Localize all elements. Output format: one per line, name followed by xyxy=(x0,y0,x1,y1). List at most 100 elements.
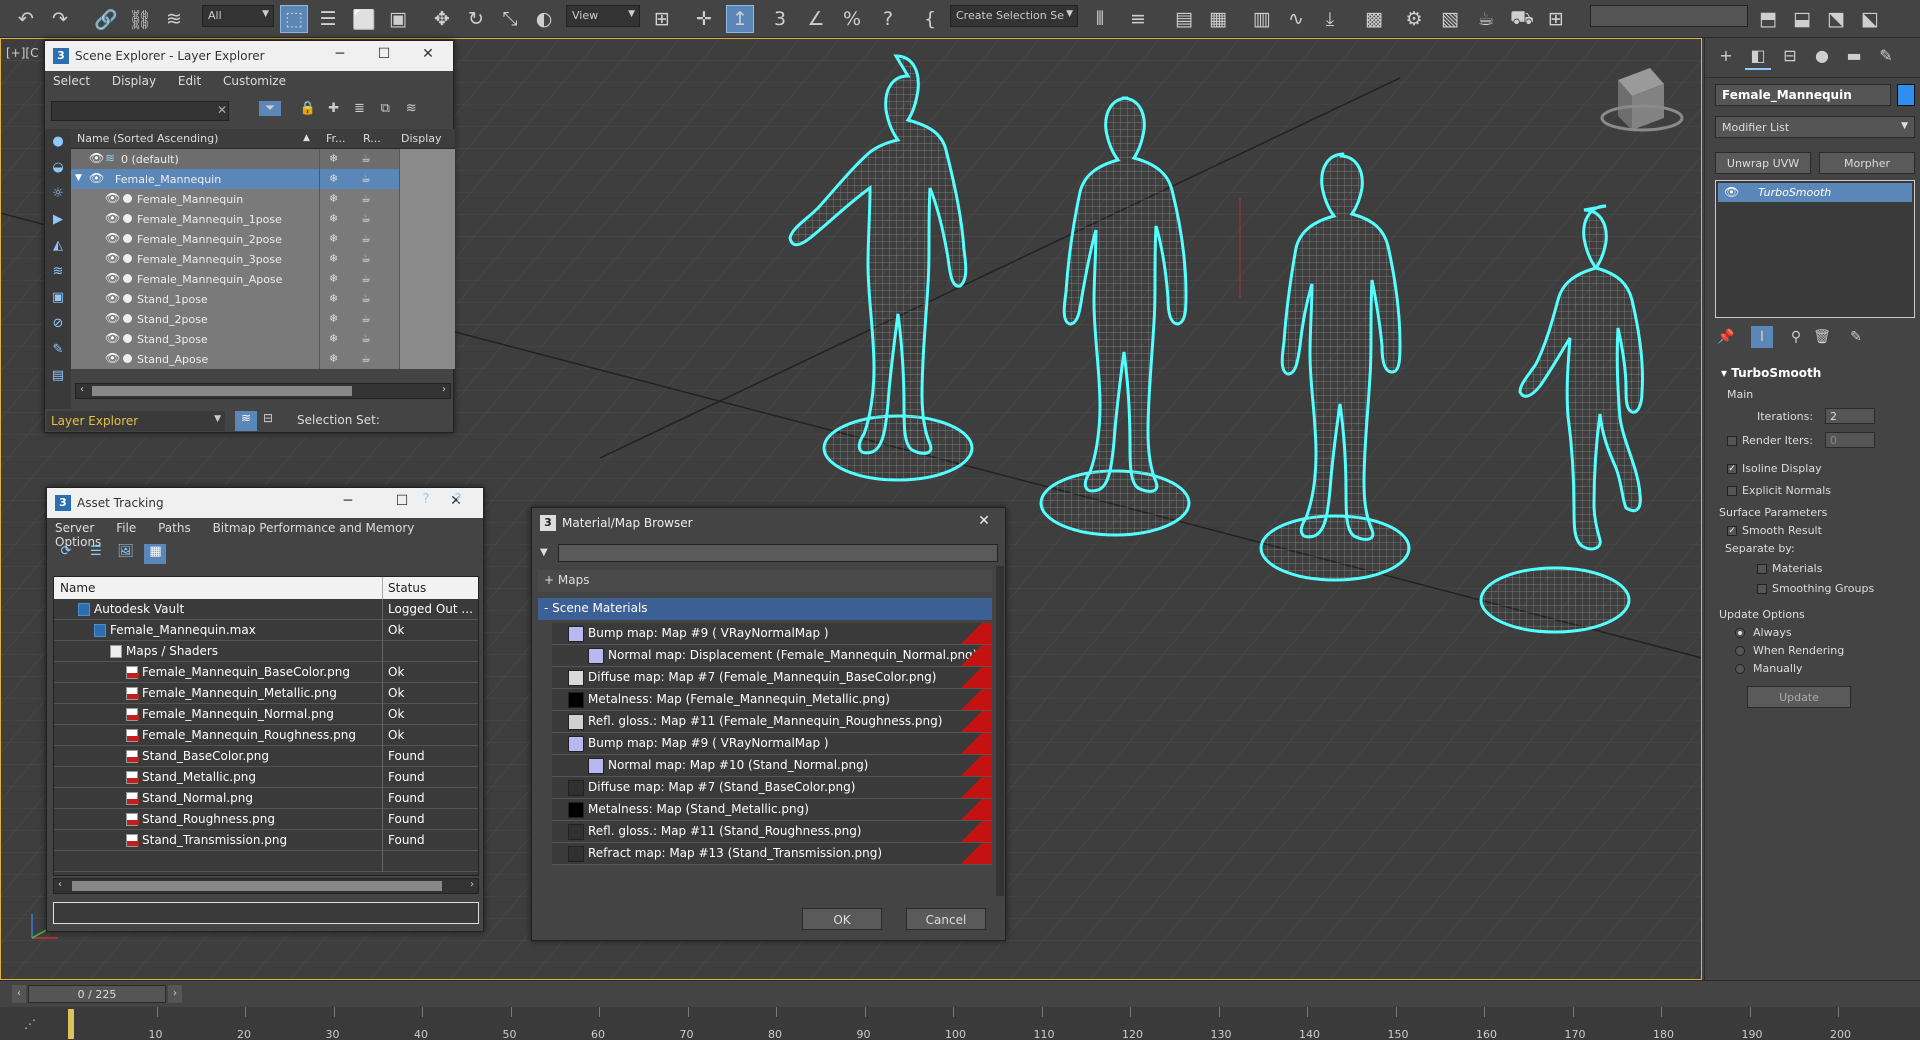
snaps-toggle-icon[interactable]: 3 xyxy=(766,5,794,33)
maximize-icon[interactable]: ☐ xyxy=(369,46,399,62)
manually-radio[interactable]: Manually xyxy=(1735,662,1803,675)
asset-row[interactable]: Female_Mannequin_Metallic.png Ok xyxy=(54,683,478,704)
render-iterative-icon[interactable]: ⛟ xyxy=(1508,5,1536,33)
freeze-icon[interactable]: ❄ xyxy=(329,212,338,225)
maps-group-header[interactable]: + Maps xyxy=(538,570,992,592)
asset-row[interactable]: Maps / Shaders xyxy=(54,641,478,662)
pivot-center-icon[interactable]: ⊞ xyxy=(648,5,676,33)
window-crossing-icon[interactable]: ▣ xyxy=(384,5,412,33)
eye-icon[interactable]: 👁 xyxy=(105,271,120,285)
renderable-icon[interactable]: ☕ xyxy=(361,272,371,285)
asset-row[interactable]: Female_Mannequin_BaseColor.png Ok xyxy=(54,662,478,683)
prev-frame-icon[interactable]: ‹ xyxy=(12,985,26,1003)
asset-row[interactable]: Stand_Transmission.png Found xyxy=(54,830,478,851)
display-lights-icon[interactable]: ☼ xyxy=(45,181,71,207)
unlink-icon[interactable]: ⛓ xyxy=(126,5,154,33)
renderable-icon[interactable]: ☕ xyxy=(361,232,371,245)
rendered-frame-icon[interactable]: ▧ xyxy=(1436,5,1464,33)
menu-select[interactable]: Select xyxy=(53,74,90,88)
close-icon[interactable]: ✕ xyxy=(969,513,999,529)
configure-sets-icon[interactable]: ✎ xyxy=(1845,326,1867,348)
viewport-label[interactable]: [+][C xyxy=(6,46,38,60)
thumbnail-view-icon[interactable]: 🖼 xyxy=(115,544,137,564)
scroll-left-icon[interactable]: ‹ xyxy=(80,384,84,395)
isoline-display-checkbox[interactable]: ✓ Isoline Display xyxy=(1727,462,1822,475)
scroll-thumb[interactable] xyxy=(72,881,442,891)
always-radio[interactable]: Always xyxy=(1735,626,1792,639)
scene-object-row[interactable]: 👁 Female_Mannequin_Apose ❄ ☕ xyxy=(71,269,455,289)
material-map-row[interactable]: Normal map: Map #10 (Stand_Normal.png) xyxy=(552,755,992,777)
freeze-icon[interactable]: ❄ xyxy=(329,332,338,345)
menu-customize[interactable]: Customize xyxy=(223,74,286,88)
renderable-icon[interactable]: ☕ xyxy=(361,152,371,165)
material-map-row[interactable]: Metalness: Map (Stand_Metallic.png) xyxy=(552,799,992,821)
spinner-snap-icon[interactable]: ? xyxy=(874,5,902,33)
display-helpers-icon[interactable]: ◭ xyxy=(45,233,71,259)
eye-icon[interactable]: 👁 xyxy=(1724,185,1739,199)
add-to-layer-icon[interactable]: ≣ xyxy=(348,101,370,116)
material-search-input[interactable] xyxy=(558,544,998,562)
scene-explorer-hscroll[interactable]: ‹ › xyxy=(75,383,451,399)
col-name[interactable]: Name (Sorted Ascending) xyxy=(77,132,218,145)
scene-object-row[interactable]: 👁 Female_Mannequin_1pose ❄ ☕ xyxy=(71,209,455,229)
export-icon[interactable]: ⬕ xyxy=(1856,5,1884,33)
modify-tab-icon[interactable]: ◧ xyxy=(1745,46,1771,70)
object-color-swatch[interactable] xyxy=(1897,84,1915,106)
explicit-normals-checkbox[interactable]: Explicit Normals xyxy=(1727,484,1831,497)
material-editor-icon[interactable]: ▩ xyxy=(1360,5,1388,33)
scroll-right-icon[interactable]: › xyxy=(442,384,446,395)
render-icon[interactable]: ☕ xyxy=(1472,5,1500,33)
table-view-icon[interactable]: ▦ xyxy=(144,544,167,564)
col-name[interactable]: Name xyxy=(60,581,95,595)
display-groups-icon[interactable]: ▣ xyxy=(45,285,71,311)
asset-row[interactable]: Autodesk Vault Logged Out ... xyxy=(54,599,478,620)
display-all-icon[interactable]: ▤ xyxy=(45,363,71,389)
eye-icon[interactable]: 👁 xyxy=(89,171,104,185)
new-layer-icon[interactable]: ✚ xyxy=(323,101,345,116)
scroll-left-icon[interactable]: ‹ xyxy=(58,879,62,890)
display-shapes-icon[interactable]: ◒ xyxy=(45,155,71,181)
scene-layer-row[interactable]: ▼ 👁 Female_Mannequin ❄ ☕ xyxy=(71,169,455,189)
show-end-result-icon[interactable]: I xyxy=(1751,326,1773,348)
display-spacewarps-icon[interactable]: ≋ xyxy=(45,259,71,285)
playhead[interactable] xyxy=(68,1009,74,1039)
object-name-field[interactable]: Female_Mannequin xyxy=(1715,84,1891,106)
asset-row[interactable]: Stand_Normal.png Found xyxy=(54,788,478,809)
asset-row[interactable]: Stand_BaseColor.png Found xyxy=(54,746,478,767)
asset-row[interactable]: Stand_Metallic.png Found xyxy=(54,767,478,788)
menu-file[interactable]: File xyxy=(116,521,136,535)
eye-icon[interactable]: 👁 xyxy=(89,151,104,165)
scene-object-row[interactable]: 👁 Stand_Apose ❄ ☕ xyxy=(71,349,455,369)
menu-edit[interactable]: Edit xyxy=(178,74,201,88)
rotate-icon[interactable]: ↻ xyxy=(462,5,490,33)
material-map-row[interactable]: Refl. gloss.: Map #11 (Female_Mannequin_… xyxy=(552,711,992,733)
renderable-icon[interactable]: ☕ xyxy=(361,352,371,365)
freeze-icon[interactable]: ❄ xyxy=(329,272,338,285)
render-iters-row[interactable]: Render Iters: xyxy=(1727,434,1813,447)
freeze-icon[interactable]: ❄ xyxy=(329,252,338,265)
iterations-spinner[interactable]: 2 xyxy=(1825,408,1875,424)
materials-checkbox[interactable]: Materials xyxy=(1757,562,1822,575)
col-status[interactable]: Status xyxy=(388,581,426,595)
freeze-icon[interactable]: ❄ xyxy=(329,232,338,245)
rollout-title[interactable]: ▾ TurboSmooth xyxy=(1715,362,1915,384)
link-icon[interactable]: 🔗 xyxy=(92,5,120,33)
import-icon[interactable]: ⬔ xyxy=(1822,5,1850,33)
update-button[interactable]: Update xyxy=(1747,686,1851,708)
freeze-icon[interactable]: ❄ xyxy=(329,352,338,365)
collapse-icon[interactable]: ▼ xyxy=(75,173,82,183)
eye-icon[interactable]: 👁 xyxy=(105,211,120,225)
modifier-list-dropdown[interactable]: Modifier List ▼ xyxy=(1715,116,1915,138)
eye-icon[interactable]: 👁 xyxy=(105,251,120,265)
eye-icon[interactable]: 👁 xyxy=(105,331,120,345)
rect-selection-icon[interactable]: ⬜ xyxy=(350,5,378,33)
material-map-row[interactable]: Metalness: Map (Female_Mannequin_Metalli… xyxy=(552,689,992,711)
explorer-type-dropdown[interactable]: Layer Explorer ▼ xyxy=(47,411,225,431)
asset-row[interactable]: Female_Mannequin_Normal.png Ok xyxy=(54,704,478,725)
maximize-icon[interactable]: ☐ xyxy=(387,493,417,509)
align-icon[interactable]: ≡ xyxy=(1124,5,1152,33)
renderable-icon[interactable]: ☕ xyxy=(361,252,371,265)
renderable-icon[interactable]: ☕ xyxy=(361,332,371,345)
scene-object-row[interactable]: 👁 Female_Mannequin_3pose ❄ ☕ xyxy=(71,249,455,269)
utilities-tab-icon[interactable]: ✎ xyxy=(1873,46,1899,70)
